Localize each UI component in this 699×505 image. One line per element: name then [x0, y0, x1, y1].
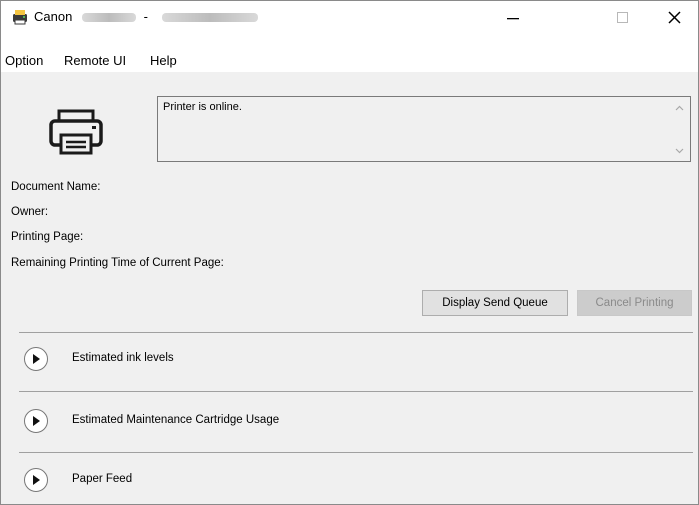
redacted-printer-address	[161, 13, 258, 23]
section-paper-feed[interactable]: Paper Feed	[23, 467, 423, 495]
menu-bar: Option Remote UI Help	[1, 50, 698, 72]
maximize-button	[599, 1, 645, 33]
divider	[19, 332, 693, 333]
cancel-printing-button: Cancel Printing	[577, 290, 692, 316]
status-message-box[interactable]: Printer is online.	[157, 96, 691, 162]
canon-app-icon	[13, 10, 27, 25]
menu-option[interactable]: Option	[5, 53, 43, 68]
minimize-button[interactable]	[490, 1, 536, 33]
expand-play-icon[interactable]	[23, 346, 49, 372]
status-message: Printer is online.	[163, 101, 242, 113]
printer-icon	[49, 109, 103, 155]
divider	[19, 391, 693, 392]
menu-help[interactable]: Help	[150, 53, 177, 68]
section-maintenance-cartridge[interactable]: Estimated Maintenance Cartridge Usage	[23, 408, 423, 436]
menubar-spacer	[1, 33, 698, 50]
owner-label: Owner:	[11, 206, 49, 218]
window-title-app: Canon	[34, 9, 73, 24]
close-icon	[667, 10, 681, 24]
display-send-queue-button[interactable]: Display Send Queue	[422, 290, 568, 316]
scroll-up-icon[interactable]	[675, 105, 684, 111]
section-label: Estimated ink levels	[72, 352, 174, 364]
document-name-label: Document Name:	[11, 181, 101, 193]
section-label: Estimated Maintenance Cartridge Usage	[72, 414, 280, 426]
printing-page-label: Printing Page:	[11, 231, 84, 243]
menu-remote-ui[interactable]: Remote UI	[64, 53, 126, 68]
remaining-time-label: Remaining Printing Time of Current Page:	[11, 257, 224, 269]
scroll-down-icon[interactable]	[675, 148, 684, 154]
expand-play-icon[interactable]	[23, 408, 49, 434]
window-title-separator: -	[143, 9, 148, 24]
close-button[interactable]	[651, 1, 697, 33]
title-bar[interactable]: Canon -	[1, 1, 698, 33]
maximize-icon	[616, 11, 628, 23]
section-ink-levels[interactable]: Estimated ink levels	[23, 346, 423, 374]
expand-play-icon[interactable]	[23, 467, 49, 493]
printer-status-window: Canon - Option Remote UI Help Printer is…	[0, 0, 699, 505]
window-title: Canon -	[34, 9, 258, 24]
section-label: Paper Feed	[72, 473, 133, 485]
divider	[19, 452, 693, 453]
minimize-icon	[507, 18, 519, 20]
redacted-printer-model	[81, 13, 136, 23]
